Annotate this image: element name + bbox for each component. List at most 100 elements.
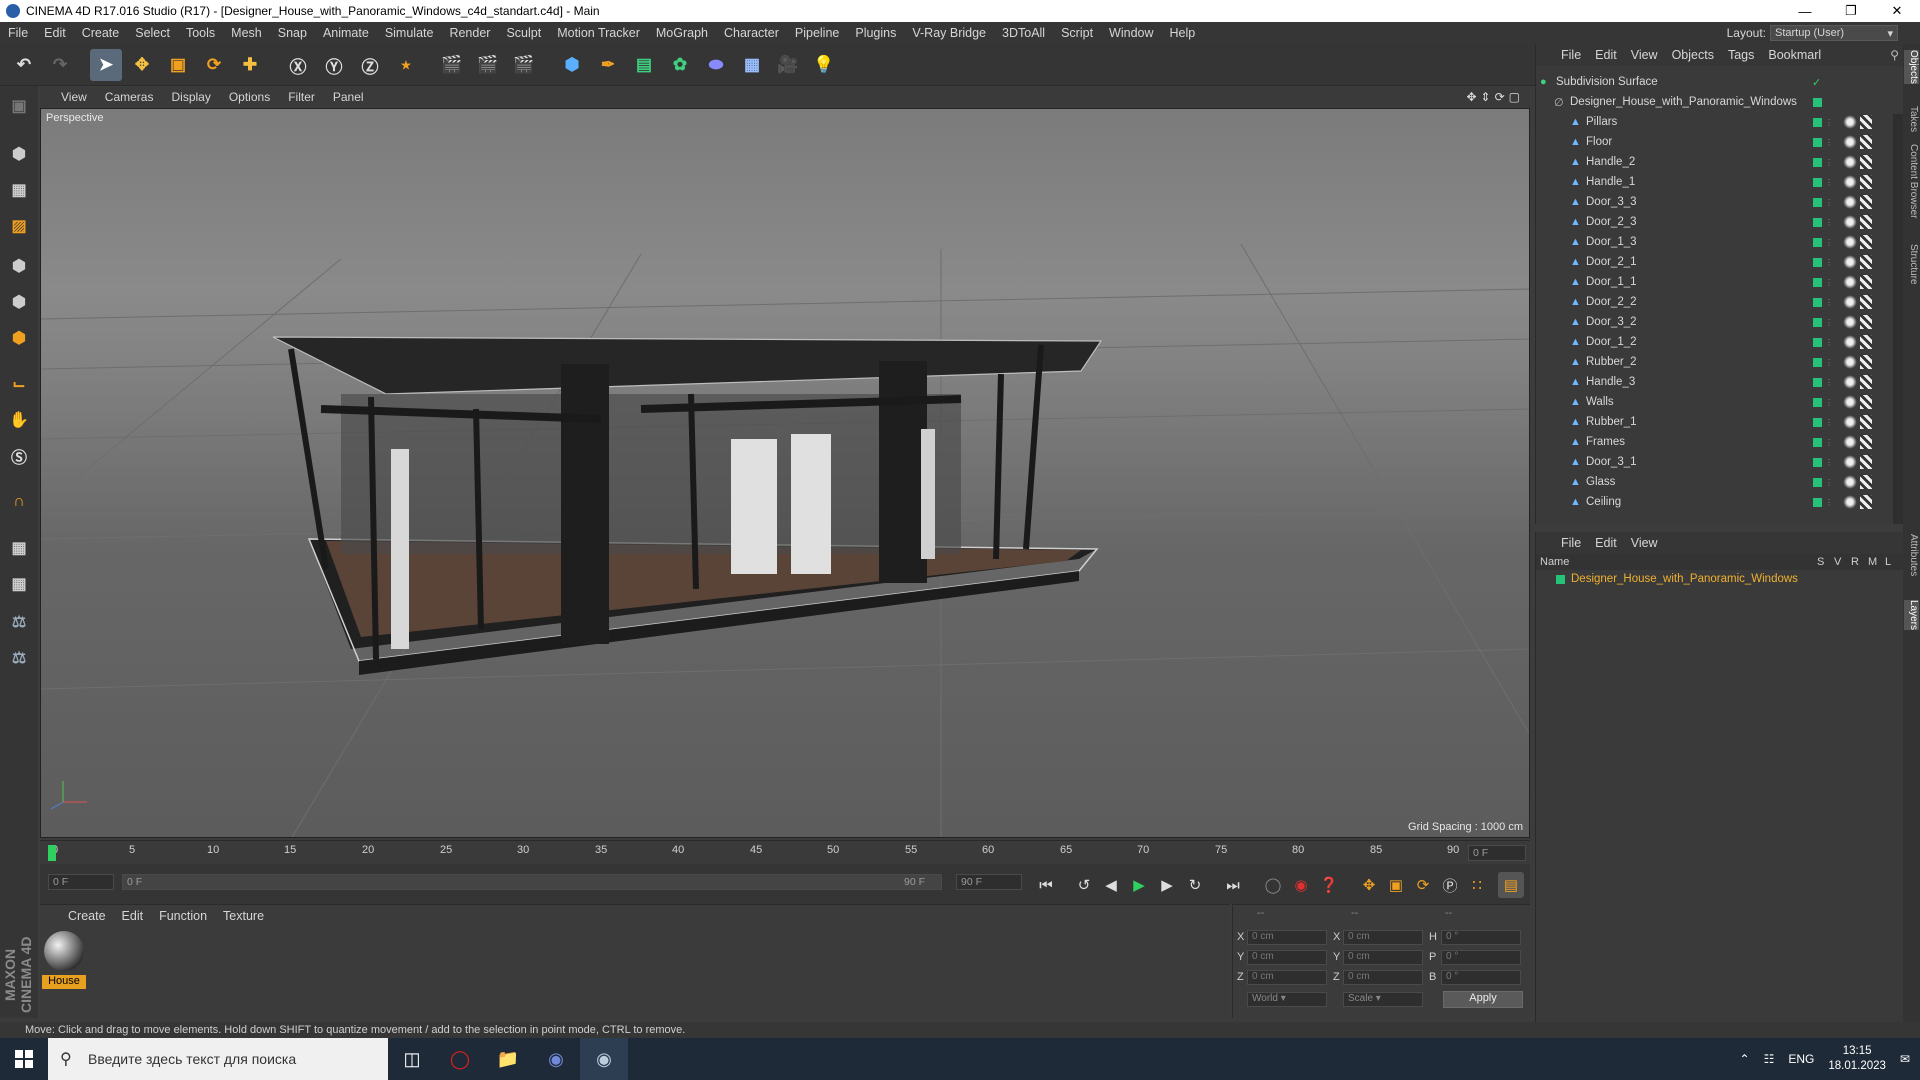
object-row[interactable]: ▲ Ceiling ⋮ [1536,492,1891,512]
material-tag-icon[interactable] [1843,195,1857,209]
task-view-button[interactable]: ◫ [388,1038,436,1080]
object-row-subdivision-surface[interactable]: ● Subdivision Surface ✓ [1536,72,1891,92]
search-icon[interactable]: ⚲ [1890,48,1903,62]
object-row[interactable]: ▲ Door_3_1 ⋮ [1536,452,1891,472]
material-tag-icon[interactable] [1843,475,1857,489]
material-menu-texture[interactable]: Texture [215,909,272,923]
menu-motion-tracker[interactable]: Motion Tracker [549,26,648,40]
visibility-dots-icon[interactable]: ⋮ [1825,358,1833,367]
go-to-start-button[interactable]: ⏮ [1033,872,1059,898]
workplane-mode-button[interactable]: ▨ [3,210,35,242]
menu-simulate[interactable]: Simulate [377,26,442,40]
previous-key-button[interactable]: ↺ [1071,872,1097,898]
chevron-up-icon[interactable]: ⌃ [1740,1052,1750,1066]
y-axis-lock-button[interactable]: Ⓨ [318,49,350,81]
viewport-menu-options[interactable]: Options [220,90,279,104]
visibility-dots-icon[interactable]: ⋮ [1825,318,1833,327]
python-script-button-2[interactable]: ⚖ [3,642,35,674]
edges-mode-button[interactable]: ⬢ [3,286,35,318]
object-row[interactable]: ▲ Door_2_1 ⋮ [1536,252,1891,272]
viewport-menu-filter[interactable]: Filter [279,90,324,104]
make-editable-button[interactable]: ▣ [3,90,35,122]
key-parameter-button[interactable]: Ⓟ [1437,872,1463,898]
texture-tag-icon[interactable] [1860,235,1872,249]
python-script-button-1[interactable]: ⚖ [3,606,35,638]
clock[interactable]: 13:15 18.01.2023 [1828,1044,1886,1074]
camera-object-button[interactable]: 🎥 [772,49,804,81]
keyframe-selection-button[interactable]: ❓ [1316,872,1342,898]
floor-object-button[interactable]: ▦ [736,49,768,81]
object-row[interactable]: ▲ Frames ⋮ [1536,432,1891,452]
rotate-tool-button[interactable]: ⟳ [198,49,230,81]
material-tag-icon[interactable] [1843,235,1857,249]
visibility-dots-icon[interactable]: ⋮ [1825,118,1833,127]
network-icon[interactable]: ☷ [1764,1052,1775,1066]
menu-window[interactable]: Window [1101,26,1161,40]
size-y-field[interactable]: 0 cm [1343,950,1423,965]
apply-button[interactable]: Apply [1443,991,1523,1008]
taskbar-discord[interactable]: ◉ [532,1038,580,1080]
pos-y-field[interactable]: 0 cm [1247,950,1327,965]
texture-tag-icon[interactable] [1860,155,1872,169]
autokey-button[interactable]: ◉ [1288,872,1314,898]
texture-tag-icon[interactable] [1860,435,1872,449]
layers-menu-view[interactable]: View [1624,536,1665,550]
texture-tag-icon[interactable] [1860,255,1872,269]
size-mode-select[interactable]: Scale ▾ [1343,992,1423,1007]
visibility-dots-icon[interactable]: ⋮ [1825,278,1833,287]
visibility-dots-icon[interactable]: ⋮ [1825,198,1833,207]
timeline-ruler[interactable]: 0 5 10 15 20 25 30 35 40 45 50 55 60 65 … [40,840,1530,864]
menu-pipeline[interactable]: Pipeline [787,26,847,40]
object-row[interactable]: ▲ Walls ⋮ [1536,392,1891,412]
texture-tag-icon[interactable] [1860,355,1872,369]
tab-content-browser[interactable]: Content Browser [1904,144,1919,218]
end-frame-field[interactable]: 90 F [956,874,1022,890]
layers-menu-file[interactable]: File [1554,536,1588,550]
visibility-dots-icon[interactable]: ⋮ [1825,438,1833,447]
object-row[interactable]: ▲ Door_3_2 ⋮ [1536,312,1891,332]
object-row[interactable]: ▲ Rubber_1 ⋮ [1536,412,1891,432]
object-row[interactable]: ▲ Door_1_1 ⋮ [1536,272,1891,292]
menu-plugins[interactable]: Plugins [847,26,904,40]
object-row[interactable]: ▲ Handle_2 ⋮ [1536,152,1891,172]
object-row[interactable]: ▲ Door_1_3 ⋮ [1536,232,1891,252]
light-object-button[interactable]: 💡 [808,49,840,81]
material-tag-icon[interactable] [1843,295,1857,309]
texture-tag-icon[interactable] [1860,415,1872,429]
tweak-mode-button[interactable]: ✋ [3,404,35,436]
menu-sculpt[interactable]: Sculpt [498,26,549,40]
texture-tag-icon[interactable] [1860,395,1872,409]
taskbar-search[interactable]: ⚲ Введите здесь текст для поиска [48,1038,388,1080]
material-tag-icon[interactable] [1843,455,1857,469]
material-tag-icon[interactable] [1843,395,1857,409]
notifications-icon[interactable]: ✉ [1900,1052,1910,1066]
material-swatch-house[interactable] [44,931,84,971]
next-frame-button[interactable]: ▶ [1154,872,1180,898]
z-axis-lock-button[interactable]: Ⓩ [354,49,386,81]
visibility-dots-icon[interactable]: ⋮ [1825,178,1833,187]
recent-tool-button[interactable]: ✚ [234,49,266,81]
material-tag-icon[interactable] [1843,415,1857,429]
redo-button[interactable]: ↷ [44,49,76,81]
menu-mograph[interactable]: MoGraph [648,26,716,40]
key-point-level-button[interactable]: ∷ [1464,872,1490,898]
pos-x-field[interactable]: 0 cm [1247,930,1327,945]
render-picture-viewer-button[interactable]: 🎬 [472,49,504,81]
viewport-nav-icons[interactable]: ✥⇕⟳▢ [1466,90,1530,104]
rot-h-field[interactable]: 0 ° [1441,930,1521,945]
object-list-scrollbar[interactable] [1893,114,1903,524]
visibility-dots-icon[interactable]: ⋮ [1825,378,1833,387]
size-z-field[interactable]: 0 cm [1343,970,1423,985]
material-menu-create[interactable]: Create [60,909,114,923]
material-tag-icon[interactable] [1843,335,1857,349]
visibility-dots-icon[interactable]: ⋮ [1825,478,1833,487]
3d-viewport[interactable]: Perspective Grid Spacing: 1000 cm [40,108,1530,838]
object-row[interactable]: ▲ Pillars ⋮ [1536,112,1891,132]
menu-snap[interactable]: Snap [270,26,315,40]
viewport-menu-view[interactable]: View [52,90,96,104]
texture-tag-icon[interactable] [1860,455,1872,469]
objects-menu-bookmarks[interactable]: Bookmarl [1761,48,1828,62]
tab-objects[interactable]: Objects [1904,50,1919,84]
texture-tag-icon[interactable] [1860,375,1872,389]
menu-create[interactable]: Create [74,26,128,40]
